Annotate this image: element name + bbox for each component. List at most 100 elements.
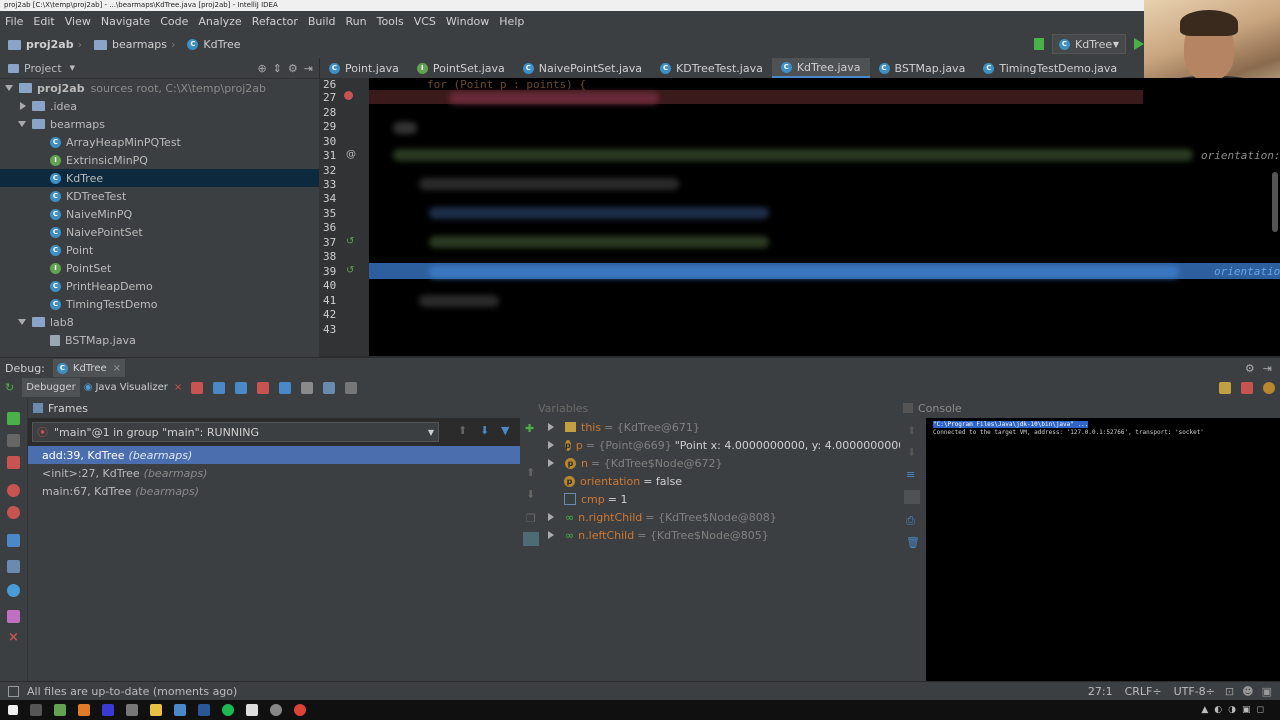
stop-icon[interactable]: [7, 456, 20, 469]
tree-item-timingtestdemo[interactable]: C TimingTestDemo: [0, 295, 319, 313]
tree-item-arrayheapminpqtest[interactable]: C ArrayHeapMinPQTest: [0, 133, 319, 151]
tab-kdtreetest[interactable]: C KDTreeTest.java: [651, 58, 772, 78]
gear-icon[interactable]: ⚙: [288, 62, 298, 75]
tree-item-bstmap[interactable]: BSTMap.java: [0, 331, 319, 349]
tool-windows-icon[interactable]: [8, 686, 19, 697]
frame-row[interactable]: main:67, KdTree (bearmaps): [28, 482, 520, 500]
gear-icon[interactable]: ⚙: [1245, 362, 1255, 375]
run-config-select[interactable]: C KdTree ▼: [1052, 34, 1126, 54]
file-explorer-icon[interactable]: [150, 704, 162, 716]
variable-row[interactable]: cmp = 1: [542, 490, 900, 508]
menu-code[interactable]: Code: [155, 15, 193, 28]
menu-navigate[interactable]: Navigate: [96, 15, 155, 28]
menu-view[interactable]: View: [60, 15, 96, 28]
run-to-cursor-icon[interactable]: [323, 381, 336, 394]
menu-run[interactable]: Run: [341, 15, 372, 28]
word-icon[interactable]: [198, 704, 210, 716]
resume-icon[interactable]: [7, 412, 20, 425]
tree-item-printheapdemo[interactable]: C PrintHeapDemo: [0, 277, 319, 295]
tree-item-kdtree[interactable]: C KdTree: [0, 169, 319, 187]
tab-debugger[interactable]: Debugger: [22, 378, 80, 397]
expand-icon[interactable]: [548, 531, 554, 539]
menu-file[interactable]: File: [0, 15, 28, 28]
evaluate-expression-icon[interactable]: [345, 381, 358, 394]
force-step-into-icon[interactable]: [257, 381, 270, 394]
tree-item-pointset[interactable]: I PointSet: [0, 259, 319, 277]
menu-tools[interactable]: Tools: [372, 15, 409, 28]
menu-vcs[interactable]: VCS: [409, 15, 441, 28]
app-icon[interactable]: [78, 704, 90, 716]
tree-item-extrinsicminpq[interactable]: I ExtrinsicMinPQ: [0, 151, 319, 169]
tree-item-idea[interactable]: .idea: [0, 97, 319, 115]
tree-item-naiveminpq[interactable]: C NaiveMinPQ: [0, 205, 319, 223]
copy-icon[interactable]: ❐: [526, 512, 536, 525]
menu-help[interactable]: Help: [494, 15, 529, 28]
menu-refactor[interactable]: Refactor: [247, 15, 303, 28]
locate-icon[interactable]: ⊕: [257, 62, 266, 75]
start-icon[interactable]: [8, 705, 18, 715]
view-breakpoints-icon[interactable]: [7, 484, 20, 497]
minimize-icon[interactable]: ⇥: [1263, 362, 1272, 375]
tree-item-bearmaps[interactable]: bearmaps: [0, 115, 319, 133]
gear-icon[interactable]: [7, 584, 20, 597]
intellij-icon[interactable]: [102, 704, 114, 716]
arrow-down-icon[interactable]: ⬇: [526, 488, 535, 501]
expand-icon[interactable]: [20, 102, 26, 110]
breakpoint-icon[interactable]: [344, 91, 353, 100]
frame-row[interactable]: add:39, KdTree (bearmaps): [28, 446, 520, 464]
close-icon[interactable]: ×: [113, 363, 121, 374]
tab-pointset[interactable]: I PointSet.java: [408, 58, 514, 78]
caret-position[interactable]: 27:1: [1088, 685, 1113, 698]
frame-row[interactable]: <init>:27, KdTree (bearmaps): [28, 464, 520, 482]
tree-item-kdtreetest[interactable]: C KDTreeTest: [0, 187, 319, 205]
breadcrumb-package[interactable]: bearmaps: [93, 38, 167, 51]
menu-build[interactable]: Build: [303, 15, 341, 28]
variable-row[interactable]: p n = {KdTree$Node@672}: [542, 454, 900, 472]
expand-icon[interactable]: [548, 441, 554, 449]
tray-icons[interactable]: ▲◐◑▣◻: [1201, 705, 1270, 715]
event-log-icon[interactable]: ▣: [1262, 685, 1272, 698]
arrow-up-icon[interactable]: ⬆: [526, 466, 535, 479]
line-separator[interactable]: CRLF÷: [1125, 685, 1162, 698]
spotify-icon[interactable]: [222, 704, 234, 716]
lock-icon[interactable]: ⊡: [1225, 685, 1234, 698]
expand-icon[interactable]: [548, 423, 554, 431]
expand-icon[interactable]: [18, 121, 26, 127]
tab-timingtestdemo[interactable]: C TimingTestDemo.java: [974, 58, 1126, 78]
run-icon[interactable]: [1134, 38, 1144, 50]
arrow-up-icon[interactable]: ⬆: [458, 424, 467, 437]
print-icon[interactable]: ⎙: [906, 514, 915, 528]
tree-item-point[interactable]: C Point: [0, 241, 319, 259]
step-over-icon[interactable]: [213, 381, 226, 394]
pin-icon[interactable]: [7, 610, 20, 623]
variable-row[interactable]: ∞ n.leftChild = {KdTree$Node@805}: [542, 526, 900, 544]
breadcrumb-project[interactable]: proj2ab: [8, 38, 74, 51]
soft-wrap-icon[interactable]: ≡: [906, 468, 915, 481]
menu-edit[interactable]: Edit: [28, 15, 59, 28]
breadcrumb-file[interactable]: C KdTree: [187, 38, 241, 51]
tab-kdtree[interactable]: C KdTree.java: [771, 58, 870, 78]
filter-icon[interactable]: ▼: [501, 424, 509, 437]
hide-icon[interactable]: ⇥: [304, 62, 313, 75]
get-thread-dump-icon[interactable]: [7, 534, 20, 547]
expand-icon[interactable]: [548, 513, 554, 521]
tab-point[interactable]: C Point.java: [320, 58, 408, 78]
tree-item-naivepointset[interactable]: C NaivePointSet: [0, 223, 319, 241]
tree-root[interactable]: proj2ab sources root, C:\X\temp\proj2ab: [0, 79, 319, 97]
drop-frame-icon[interactable]: [301, 381, 314, 394]
variable-row[interactable]: ∞ n.rightChild = {KdTree$Node@808}: [542, 508, 900, 526]
app-icon[interactable]: [54, 704, 66, 716]
variable-row[interactable]: this = {KdTree@671}: [542, 418, 900, 436]
clear-all-icon[interactable]: 🗑: [906, 536, 920, 549]
settings-icon[interactable]: [1241, 381, 1253, 394]
thread-selector[interactable]: ⦿ "main"@1 in group "main": RUNNING ▼: [32, 422, 439, 442]
debug-config-tab[interactable]: C KdTree ×: [52, 358, 126, 378]
expand-icon[interactable]: [18, 319, 26, 325]
app-icon[interactable]: [126, 704, 138, 716]
help-icon[interactable]: [1263, 381, 1275, 394]
code-editor[interactable]: for (Point p : points) { orientation: or…: [369, 78, 1280, 356]
task-view-icon[interactable]: [30, 704, 42, 716]
editor-gutter[interactable]: 26 27 28 29 30 31 @ 32 33 34 35 36 37 ↺ …: [319, 78, 369, 356]
calculator-icon[interactable]: [246, 704, 258, 716]
tab-bstmap[interactable]: C BSTMap.java: [870, 58, 975, 78]
